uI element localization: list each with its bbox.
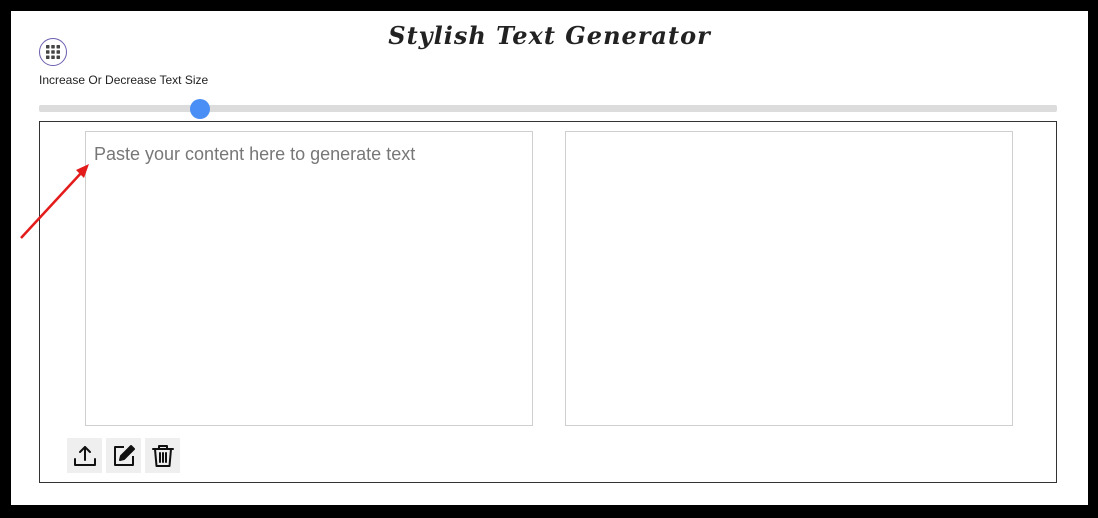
- delete-button[interactable]: [145, 438, 180, 473]
- generated-output: [565, 131, 1013, 426]
- editor-panel: [39, 121, 1057, 483]
- text-size-slider[interactable]: [39, 99, 1057, 119]
- edit-button[interactable]: [106, 438, 141, 473]
- grid-icon: [46, 45, 60, 59]
- page: Stylish Text Generator Increase Or Decre…: [11, 11, 1088, 505]
- upload-button[interactable]: [67, 438, 102, 473]
- app-menu-button[interactable]: [39, 38, 67, 66]
- upload-icon: [73, 445, 96, 466]
- text-size-label: Increase Or Decrease Text Size: [39, 73, 209, 87]
- slider-thumb[interactable]: [189, 99, 210, 119]
- trash-icon: [151, 444, 174, 467]
- editor-toolbar: [67, 438, 180, 473]
- edit-icon: [113, 444, 135, 466]
- content-input[interactable]: [85, 131, 533, 426]
- page-title: Stylish Text Generator: [388, 21, 711, 50]
